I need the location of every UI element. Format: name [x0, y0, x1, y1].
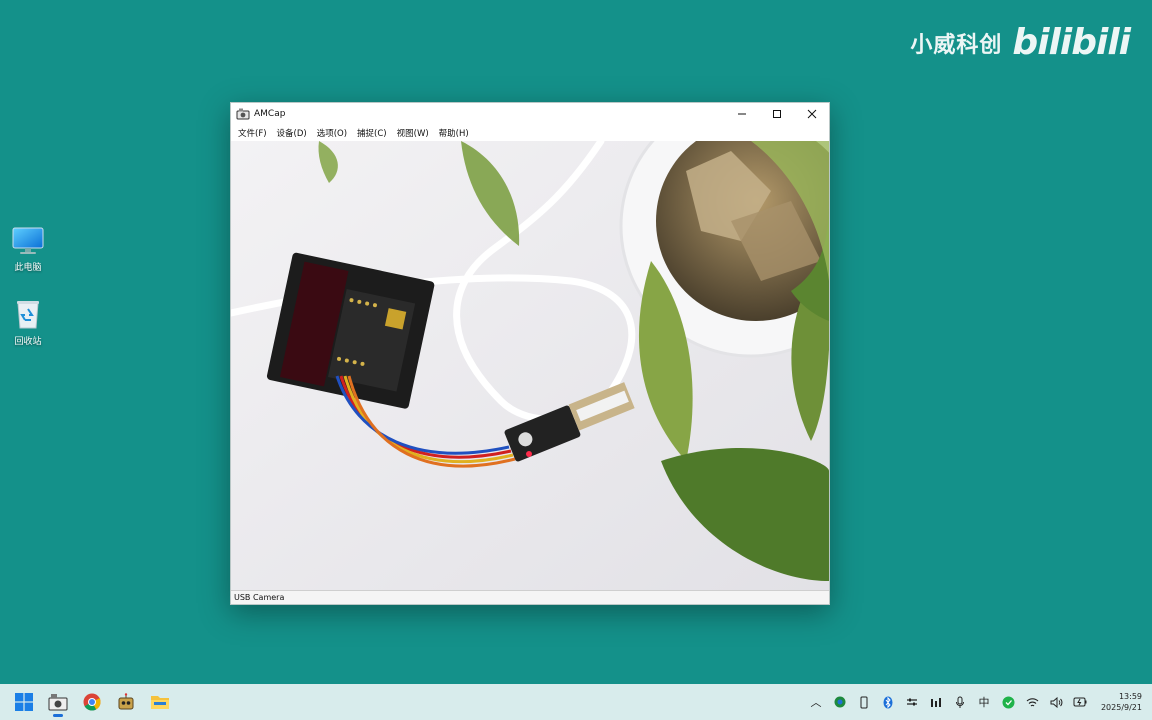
watermark-channel: 小威科创 — [910, 32, 1003, 58]
desktop-icon-label: 回收站 — [14, 337, 42, 347]
menu-help[interactable]: 帮助(H) — [434, 127, 474, 139]
close-icon — [807, 109, 816, 119]
system-clock[interactable]: 13:59 2025/9/21 — [1092, 691, 1152, 713]
tray-ime[interactable]: 中 — [972, 684, 996, 720]
bilibili-watermark: 小威科创 bilibili — [910, 22, 1131, 63]
video-preview — [231, 141, 829, 591]
tray-wifi[interactable] — [1020, 684, 1044, 720]
microphone-icon — [956, 696, 964, 708]
desktop-icon-this-pc[interactable]: 此电脑 — [8, 226, 48, 273]
equalizer-icon — [931, 698, 941, 707]
taskbar-app-amcap[interactable] — [41, 684, 75, 720]
tray-security[interactable] — [828, 684, 852, 720]
file-explorer-icon — [151, 696, 169, 709]
maximize-icon — [772, 110, 781, 118]
maximize-button[interactable] — [759, 103, 794, 125]
tray-battery[interactable] — [1068, 684, 1092, 720]
taskbar-app-chrome[interactable] — [75, 684, 109, 720]
title-bar[interactable]: AMCap — [231, 103, 829, 125]
status-bar: USB Camera — [231, 590, 829, 604]
close-button[interactable] — [794, 103, 829, 125]
taskbar: ︿ 中 13:59 2025/9/21 — [0, 684, 1152, 720]
window-title: AMCap — [254, 109, 286, 119]
system-tray: ︿ 中 13:59 2025/9/21 — [804, 684, 1152, 720]
tray-audio-meter[interactable] — [924, 684, 948, 720]
minimize-button[interactable] — [724, 103, 759, 125]
amcap-icon — [48, 694, 68, 711]
wifi-icon — [1026, 697, 1038, 706]
taskbar-app-file-explorer[interactable] — [143, 684, 177, 720]
recycle-bin-icon — [17, 301, 39, 329]
windows-start-icon — [15, 693, 33, 711]
menu-options[interactable]: 选项(O) — [312, 127, 352, 139]
usb-drive-icon — [860, 696, 868, 708]
tray-microphone[interactable] — [948, 684, 972, 720]
desktop-icon-label: 此电脑 — [14, 263, 42, 273]
minimize-icon — [737, 113, 746, 115]
bluetooth-icon — [883, 696, 893, 708]
robot-app-icon — [118, 693, 134, 710]
camera-app-icon — [236, 108, 250, 120]
menu-capture[interactable]: 捕捉(C) — [352, 127, 392, 139]
chevron-up-icon: ︿ — [810, 696, 822, 709]
amcap-window: AMCap 文件(F) 设备(D) 选项(O) 捕捉(C) 视图(W) 帮助(H… — [230, 102, 830, 605]
shield-icon — [834, 696, 846, 708]
battery-icon — [1073, 697, 1087, 707]
active-indicator — [53, 714, 63, 717]
start-button[interactable] — [7, 684, 41, 720]
status-text: USB Camera — [234, 593, 285, 602]
clock-date: 2025/9/21 — [1100, 703, 1142, 712]
desktop-icon-recycle-bin[interactable]: 回收站 — [8, 298, 48, 347]
clock-time: 13:59 — [1118, 692, 1142, 701]
tray-settings[interactable] — [900, 684, 924, 720]
input-method-indicator: 中 — [978, 696, 990, 709]
sliders-icon — [907, 698, 917, 706]
camera-feed-image — [231, 141, 829, 591]
menu-device[interactable]: 设备(D) — [272, 127, 312, 139]
monitor-icon — [12, 227, 44, 254]
tray-bluetooth[interactable] — [876, 684, 900, 720]
tray-volume[interactable] — [1044, 684, 1068, 720]
menu-view[interactable]: 视图(W) — [392, 127, 434, 139]
speaker-icon — [1050, 696, 1062, 708]
tray-wechat[interactable] — [996, 684, 1020, 720]
tray-usb[interactable] — [852, 684, 876, 720]
tray-overflow-button[interactable]: ︿ — [804, 684, 828, 720]
taskbar-app-robot[interactable] — [109, 684, 143, 720]
watermark-logo: bilibili — [1012, 22, 1131, 63]
menu-bar: 文件(F) 设备(D) 选项(O) 捕捉(C) 视图(W) 帮助(H) — [231, 125, 829, 141]
chrome-icon — [83, 693, 101, 711]
menu-file[interactable]: 文件(F) — [233, 127, 272, 139]
chat-app-icon — [1002, 696, 1014, 708]
